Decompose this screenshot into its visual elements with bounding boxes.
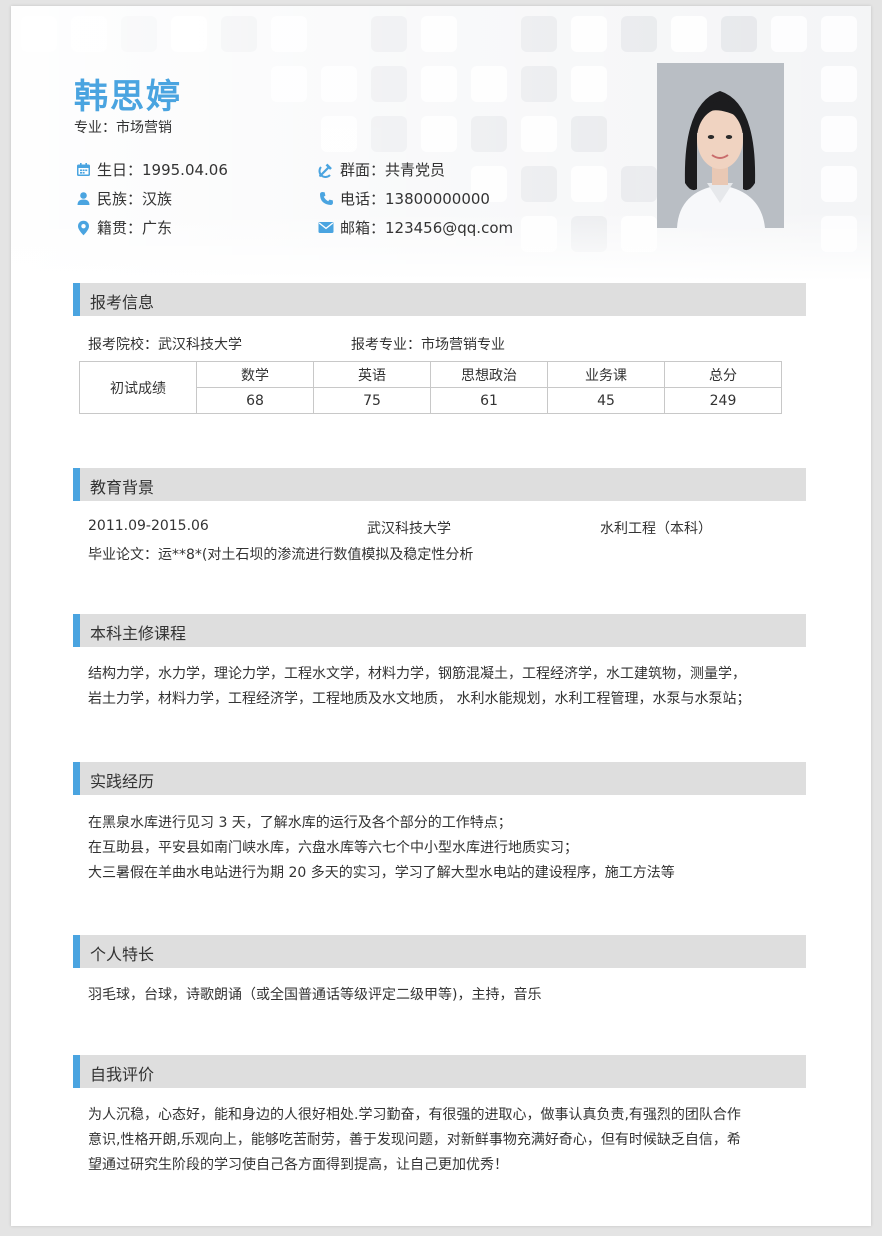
- section-title: 个人特长: [90, 945, 155, 964]
- course-line: 结构力学，水力学，理论力学，工程水文学，材料力学，钢筋混凝土，工程经济学，水工建…: [88, 666, 746, 682]
- political-row: 群面：共青党员: [316, 159, 445, 180]
- calendar-icon: [73, 162, 93, 177]
- section-title: 本科主修课程: [90, 624, 187, 643]
- education-degree: 水利工程（本科）: [600, 521, 712, 537]
- score-header: 思想政治: [430, 361, 548, 388]
- section-courses: 本科主修课程: [73, 614, 806, 647]
- candidate-major: 专业：市场营销: [74, 120, 172, 136]
- phone-row: 电话：13800000000: [316, 188, 490, 209]
- person-icon: [73, 191, 93, 206]
- profile-photo: [657, 63, 784, 228]
- course-line: 岩土力学，材料力学，工程经济学，工程地质及水文地质， 水利水能规划，水利工程管理…: [88, 691, 751, 707]
- birthday-row: 生日：1995.04.06: [73, 159, 228, 180]
- score-header: 业务课: [547, 361, 665, 388]
- self-line: 意识,性格开朗,乐观向上，能够吃苦耐劳，善于发现问题，对新鲜事物充满好奇心，但有…: [88, 1132, 741, 1148]
- section-title: 报考信息: [90, 293, 155, 312]
- ethnicity-row: 民族：汉族: [73, 188, 172, 209]
- political-text: 群面：共青党员: [340, 161, 446, 179]
- section-education: 教育背景: [73, 468, 806, 501]
- section-practice: 实践经历: [73, 762, 806, 795]
- location-pin-icon: [73, 220, 93, 236]
- mail-icon: [316, 221, 336, 234]
- practice-line: 在互助县，平安县如南门峡水库，六盘水库等六七个中小型水库进行地质实习；: [88, 840, 578, 856]
- practice-line: 在黑泉水库进行见习 3 天，了解水库的运行及各个部分的工作特点；: [88, 815, 512, 831]
- score-table: 初试成绩 数学 英语 思想政治 业务课 总分 68 75 61 45 249: [79, 361, 782, 414]
- score-row-label: 初试成绩: [79, 361, 197, 414]
- hometown-row: 籍贯：广东: [73, 217, 172, 238]
- courses-text: 结构力学，水力学，理论力学，工程水文学，材料力学，钢筋混凝土，工程经济学，水工建…: [88, 662, 808, 712]
- resume-page: 韩思婷 专业：市场营销 生日：1995.04.06 民族：汉族 籍贯：广东 群面…: [11, 6, 871, 1226]
- birthday-text: 生日：1995.04.06: [97, 161, 228, 179]
- section-exam-info: 报考信息: [73, 283, 806, 316]
- party-emblem-icon: [316, 162, 336, 178]
- phone-text: 电话：13800000000: [340, 190, 490, 208]
- email-text: 邮箱：123456@qq.com: [340, 219, 514, 237]
- score-value: 61: [430, 387, 548, 414]
- score-header: 数学: [196, 361, 314, 388]
- score-header: 总分: [664, 361, 782, 388]
- education-period: 2011.09-2015.06: [88, 518, 209, 534]
- hometown-text: 籍贯：广东: [97, 219, 173, 237]
- score-value: 68: [196, 387, 314, 414]
- self-evaluation-text: 为人沉稳，心态好，能和身边的人很好相处.学习勤奋，有很强的进取心，做事认真负责,…: [88, 1103, 808, 1178]
- section-self-evaluation: 自我评价: [73, 1055, 806, 1088]
- skills-text: 羽毛球，台球，诗歌朗诵（或全国普通话等级评定二级甲等)，主持，音乐: [88, 987, 542, 1003]
- candidate-name: 韩思婷: [74, 77, 182, 117]
- self-line: 为人沉稳，心态好，能和身边的人很好相处.学习勤奋，有很强的进取心，做事认真负责,…: [88, 1107, 741, 1123]
- education-school: 武汉科技大学: [367, 521, 451, 537]
- score-value: 45: [547, 387, 665, 414]
- self-line: 望通过研究生阶段的学习使自己各方面得到提高，让自己更加优秀！: [88, 1157, 508, 1173]
- section-title: 自我评价: [90, 1065, 155, 1084]
- section-skills: 个人特长: [73, 935, 806, 968]
- score-value: 75: [313, 387, 431, 414]
- exam-major: 报考专业：市场营销专业: [351, 337, 505, 353]
- ethnicity-text: 民族：汉族: [97, 190, 173, 208]
- phone-icon: [316, 191, 336, 206]
- practice-line: 大三暑假在羊曲水电站进行为期 20 多天的实习，学习了解大型水电站的建设程序，施…: [88, 865, 675, 881]
- education-thesis: 毕业论文：运**8*(对土石坝的渗流进行数值模拟及稳定性分析: [88, 547, 474, 563]
- exam-school: 报考院校：武汉科技大学: [88, 337, 242, 353]
- practice-text: 在黑泉水库进行见习 3 天，了解水库的运行及各个部分的工作特点； 在互助县，平安…: [88, 811, 808, 886]
- score-header: 英语: [313, 361, 431, 388]
- section-title: 教育背景: [90, 478, 155, 497]
- email-row: 邮箱：123456@qq.com: [316, 217, 513, 238]
- score-value: 249: [664, 387, 782, 414]
- section-title: 实践经历: [90, 772, 155, 791]
